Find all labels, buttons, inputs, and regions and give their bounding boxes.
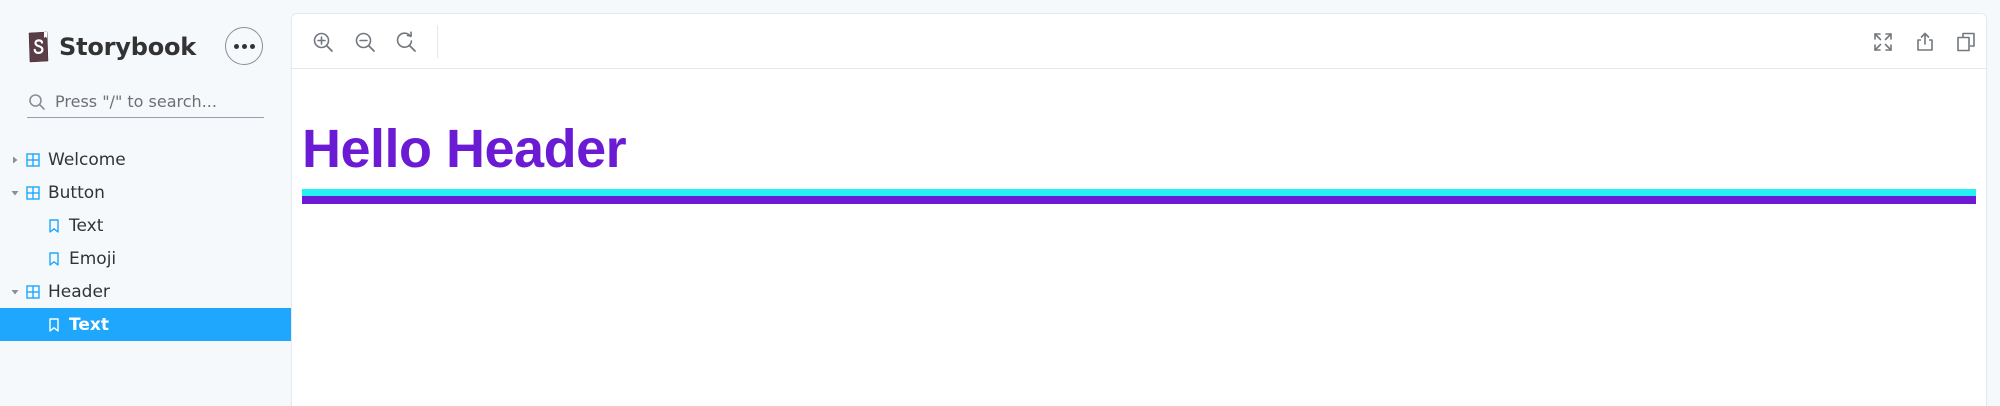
caret-down-icon[interactable] xyxy=(10,188,20,198)
dot xyxy=(233,43,239,49)
zoom-out-button[interactable] xyxy=(351,28,379,56)
brand-name: Storybook xyxy=(59,33,197,61)
story-canvas: Hello Header xyxy=(292,70,1986,406)
caret-down-icon[interactable] xyxy=(10,287,20,297)
tree-item-header-text[interactable]: Text xyxy=(0,308,292,341)
share-icon xyxy=(1917,32,1933,51)
tree-item-label: Button xyxy=(48,182,105,203)
tree-item-button-emoji[interactable]: Emoji xyxy=(0,242,292,275)
caret-right-icon[interactable] xyxy=(10,155,20,165)
bookmark-icon xyxy=(49,251,59,266)
zoom-in-icon xyxy=(313,32,333,52)
dot xyxy=(249,43,255,49)
header-rule xyxy=(302,189,1976,204)
more-options-button[interactable] xyxy=(225,27,263,65)
zoom-out-icon xyxy=(355,32,375,52)
search-input[interactable] xyxy=(55,92,255,111)
component-icon xyxy=(26,284,40,299)
zoom-reset-icon xyxy=(396,31,416,52)
zoom-in-button[interactable] xyxy=(309,28,337,56)
tree-item-label: Emoji xyxy=(69,248,117,269)
tree-item-header[interactable]: Header xyxy=(0,275,292,308)
toolbar-divider xyxy=(437,25,438,58)
tree-item-label: Text xyxy=(69,215,104,236)
story-tree: Welcome Button Text Emoji Header Text xyxy=(0,143,292,341)
fullscreen-button[interactable] xyxy=(1869,28,1897,56)
component-icon xyxy=(26,185,40,200)
fullscreen-icon xyxy=(1874,33,1892,51)
tree-item-welcome[interactable]: Welcome xyxy=(0,143,292,176)
preview-panel: Hello Header xyxy=(292,14,1986,406)
tree-item-button[interactable]: Button xyxy=(0,176,292,209)
dot xyxy=(241,43,247,49)
sidebar: Storybook Welcome xyxy=(0,0,292,406)
search-icon xyxy=(29,93,45,110)
tree-item-label: Welcome xyxy=(48,149,126,170)
copy-icon xyxy=(1957,32,1975,52)
zoom-reset-button[interactable] xyxy=(392,28,420,56)
brand[interactable]: Storybook xyxy=(27,30,196,64)
share-button[interactable] xyxy=(1911,28,1939,56)
bookmark-icon xyxy=(49,317,59,332)
header-heading: Hello Header xyxy=(302,119,627,179)
bookmark-icon xyxy=(49,218,59,233)
search-bar xyxy=(27,86,264,118)
preview-toolbar xyxy=(292,14,1986,69)
component-icon xyxy=(26,152,40,167)
storybook-logo-icon xyxy=(28,31,49,63)
tree-item-label: Header xyxy=(48,281,110,302)
tree-item-button-text[interactable]: Text xyxy=(0,209,292,242)
copy-button[interactable] xyxy=(1952,28,1980,56)
tree-item-label: Text xyxy=(69,314,109,335)
